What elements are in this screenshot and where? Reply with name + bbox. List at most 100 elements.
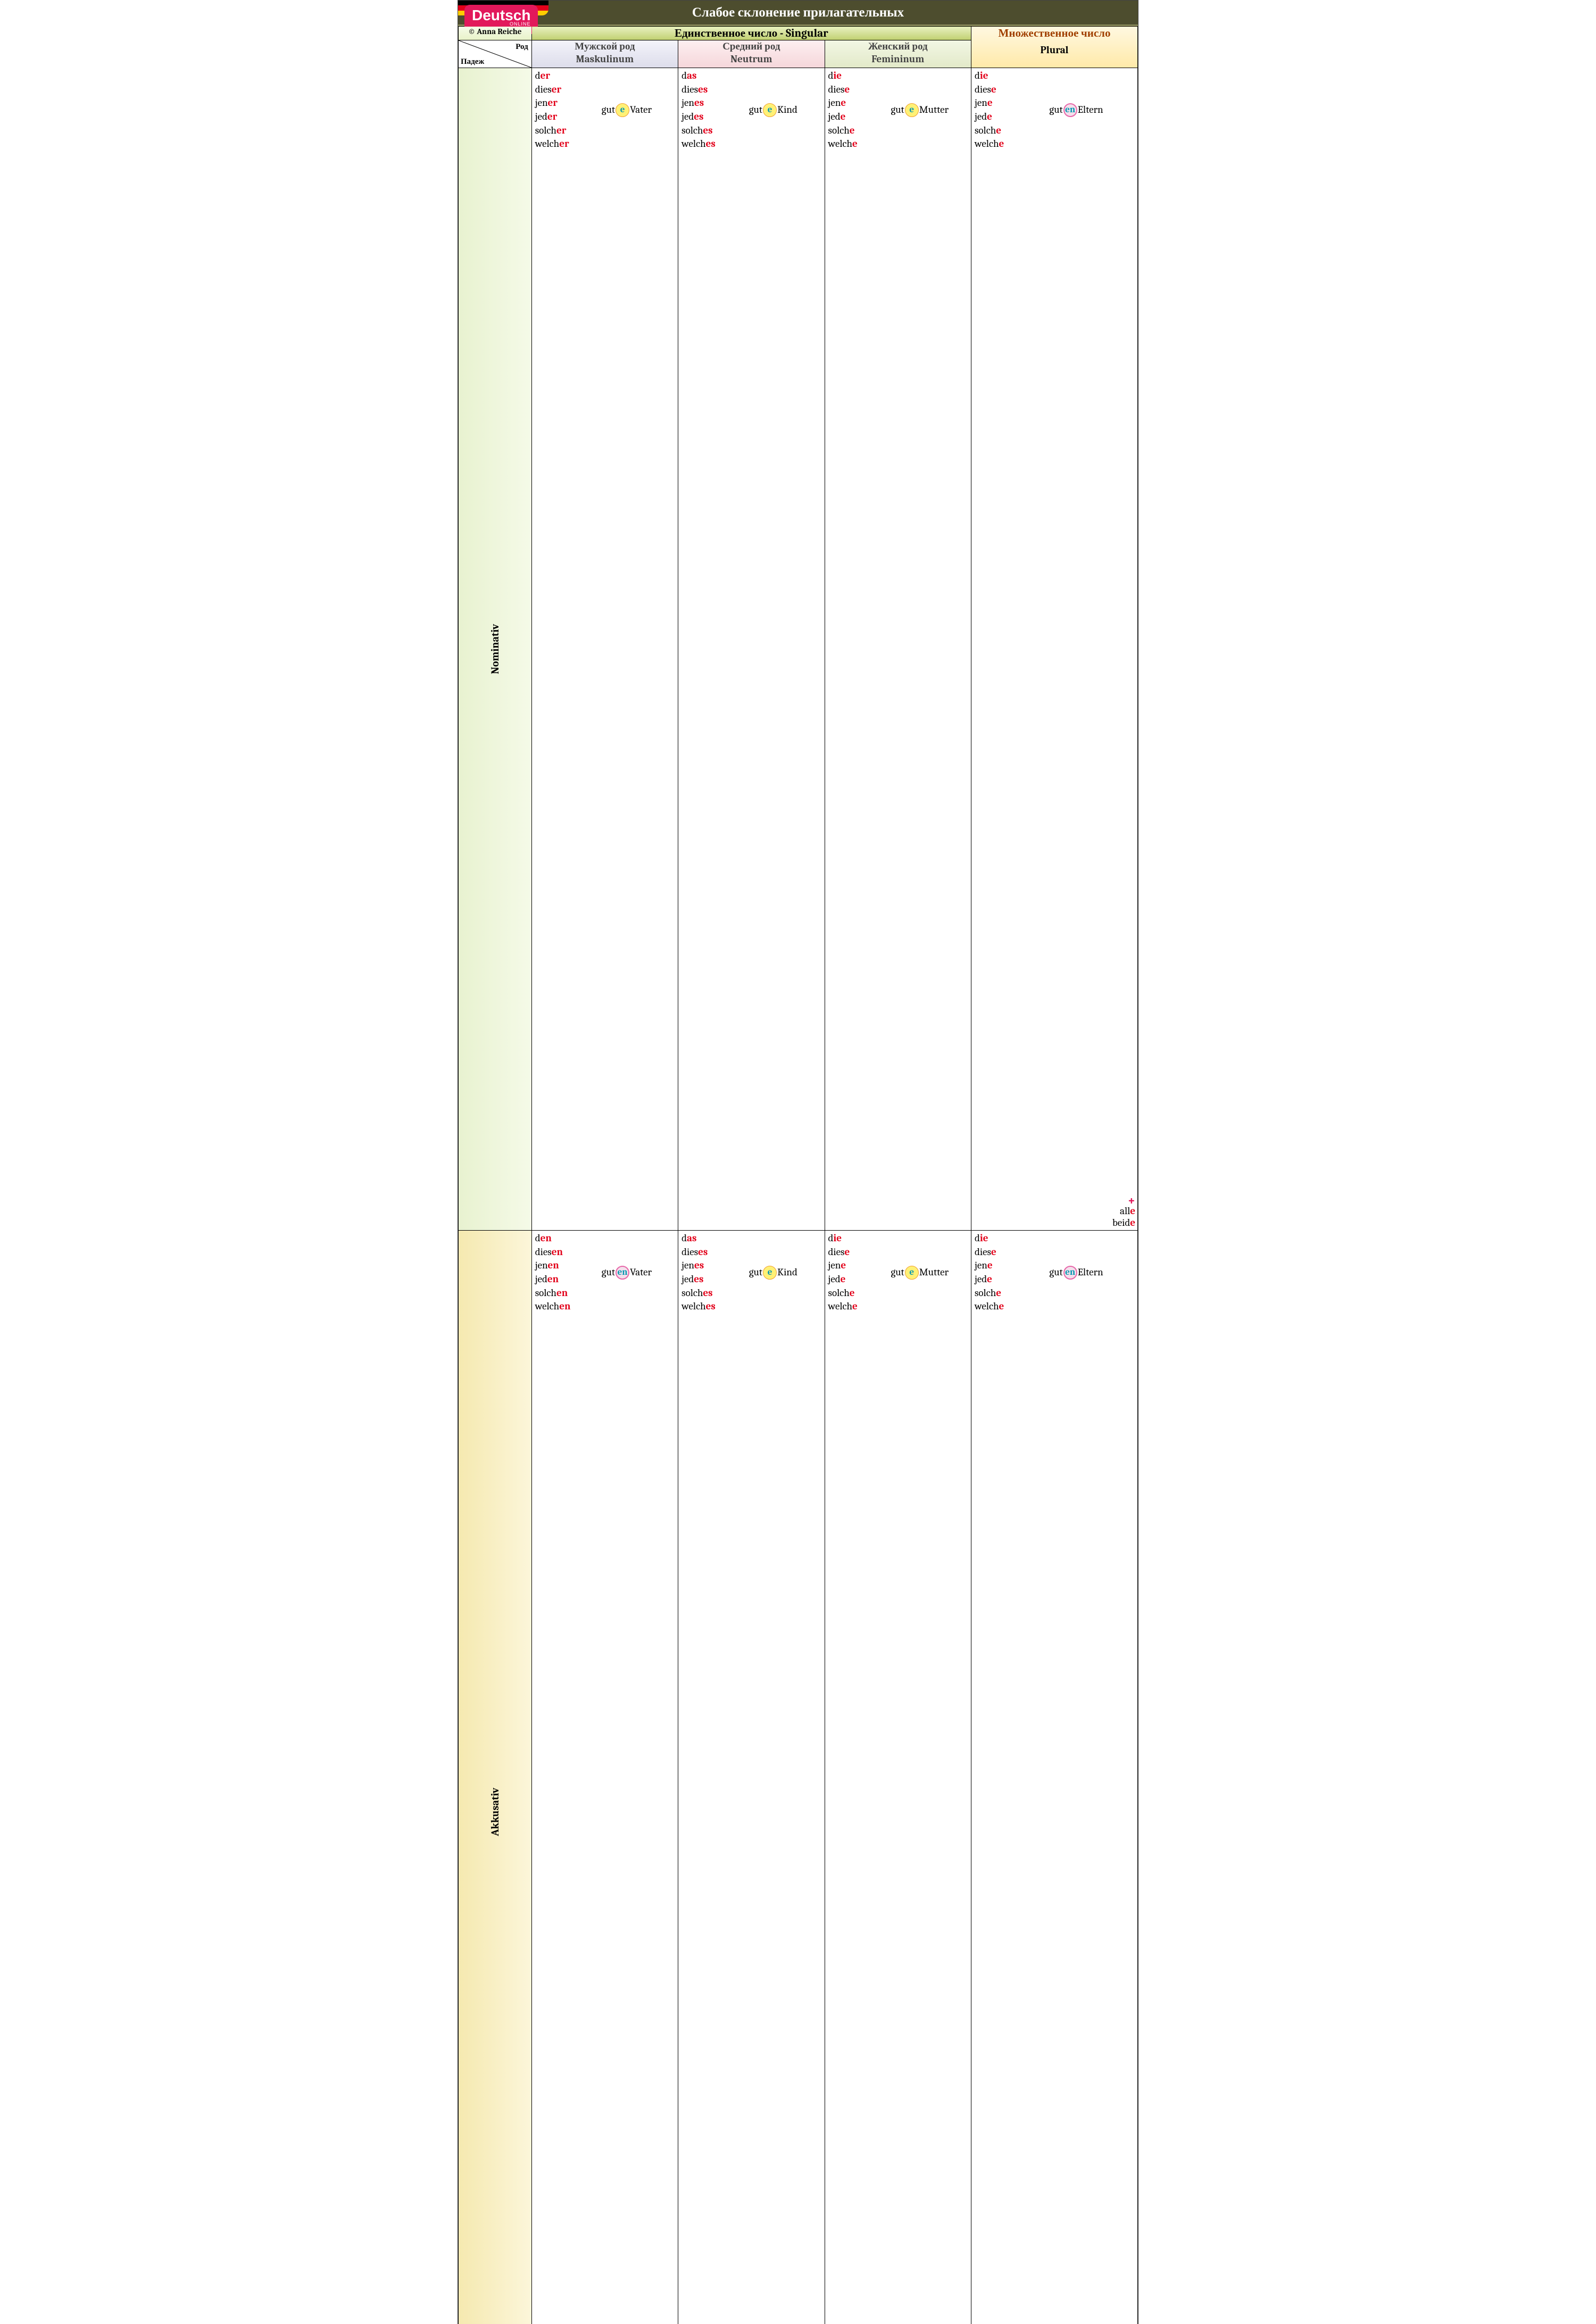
determiner: welcher [535,137,578,151]
determiner: welches [681,1300,724,1314]
gender-axis-label: Род [516,42,528,52]
determiner: solcher [535,124,578,138]
plus-icon: + [1112,1196,1135,1206]
determiner-list: derdieserjenerjedersolcherwelcher [535,69,578,151]
determiner: jede [828,1273,871,1286]
determiner: den [535,1232,578,1246]
determiner: das [681,69,724,83]
adjective-example: gutenEltern [1017,1232,1135,1314]
masc-header: Мужской род Maskulinum [531,40,678,68]
determiner: die [975,1232,1017,1246]
title-bar: Deutsch ONLINE Слабое склонение прилагат… [458,1,1138,26]
table-cell: dendiesenjenenjedensolchenwelchen gutenV… [531,1231,678,2324]
table-cell: dasdiesesjenesjedessolcheswelches guteKi… [678,1231,825,2324]
determiner: jedes [681,1273,724,1286]
plural-title: Множественное число [971,27,1137,40]
determiner-list: dasdiesesjenesjedessolcheswelches [681,1232,724,1314]
plural-subtitle: Plural [971,44,1137,56]
case-label-cell: Akkusativ [459,1231,532,2324]
diagonal-header: Род Падеж [459,40,532,68]
adjective-ending-chip: e [616,103,629,117]
table-cell: diediesejenejedesolchewelche guteMutter [825,68,971,1231]
determiner: der [535,69,578,83]
adjective-example: gutenEltern [1017,69,1135,151]
determiner: welches [681,137,724,151]
determiner: jede [975,1273,1017,1286]
adjective-example: guteKind [724,1232,822,1314]
declension-table: © Anna Reiche Единственное число - Singu… [458,26,1138,2324]
determiner: jene [828,1259,871,1273]
determiner: solches [681,124,724,138]
table-cell: derdieserjenerjedersolcherwelcher guteVa… [531,68,678,1231]
adjective-example: guteMutter [871,1232,969,1314]
determiner-list: diediesejenejedesolchewelche [828,69,871,151]
logo-area: Deutsch ONLINE [458,1,548,15]
plural-extras: +allebeide [1112,1196,1135,1229]
determiner: welche [975,137,1017,151]
determiner: die [975,69,1017,83]
header-row-1: © Anna Reiche Единственное число - Singu… [459,27,1138,40]
determiner: diesen [535,1246,578,1259]
page-title: Слабое склонение прилагательных [692,5,904,20]
declension-chart: Deutsch ONLINE Слабое склонение прилагат… [458,0,1138,2324]
neut-header: Средний род Neutrum [678,40,825,68]
copyright-cell: © Anna Reiche [459,27,532,40]
case-axis-label: Падеж [461,56,484,67]
table-cell: diediesejenejedesolchewelche gutenEltern… [971,1231,1137,2324]
plural-header: Множественное число Plural [971,27,1137,68]
adjective-example: guteKind [724,69,822,151]
determiner: die [828,69,871,83]
determiner: solche [828,124,871,138]
determiner: welchen [535,1300,578,1314]
determiner-list: diediesejenejedesolchewelche [975,1232,1017,1314]
adjective-ending-chip: e [905,1266,919,1280]
determiner-list: dasdiesesjenesjedessolcheswelches [681,69,724,151]
determiner: jener [535,96,578,110]
table-cell: diediesejenejedesolchewelche gutenEltern… [971,68,1137,1231]
determiner: jede [828,110,871,124]
determiner: jeden [535,1273,578,1286]
fem-header: Женский род Femininum [825,40,971,68]
determiner: jene [975,96,1017,110]
adjective-ending-chip: e [763,103,777,117]
determiner: solche [828,1286,871,1300]
adjective-ending-chip: e [763,1266,777,1280]
determiner: dieser [535,83,578,97]
determiner: die [828,1232,871,1246]
adjective-ending-chip: en [1063,1266,1077,1280]
copyright-text: © Anna Reiche [468,27,521,36]
determiner: diese [975,83,1017,97]
adjective-example: gutenVater [578,1232,676,1314]
case-label: Akkusativ [459,1231,531,2324]
determiner-list: diediesejenejedesolchewelche [828,1232,871,1314]
adjective-ending-chip: en [1063,103,1077,117]
case-label-cell: Nominativ [459,68,532,1231]
extra-determiner: alle [1112,1206,1135,1217]
table-row: Nominativ derdieserjenerjedersolcherwelc… [459,68,1138,1231]
adjective-ending-chip: en [616,1266,629,1280]
determiner: jenes [681,96,724,110]
table-row: Akkusativ dendiesenjenenjedensolchenwelc… [459,1231,1138,2324]
determiner: dieses [681,83,724,97]
determiner: welche [828,137,871,151]
determiner: das [681,1232,724,1246]
adjective-example: guteVater [578,69,676,151]
determiner: jeder [535,110,578,124]
determiner: welche [975,1300,1017,1314]
determiner: solchen [535,1286,578,1300]
determiner: welche [828,1300,871,1314]
determiner: solche [975,1286,1017,1300]
case-label: Nominativ [459,68,531,1230]
determiner: diese [828,83,871,97]
determiner: solche [975,124,1017,138]
determiner: jedes [681,110,724,124]
adjective-example: guteMutter [871,69,969,151]
determiner: jenen [535,1259,578,1273]
extra-determiner: beide [1112,1217,1135,1229]
determiner-list: diediesejenejedesolchewelche [975,69,1017,151]
determiner: solches [681,1286,724,1300]
determiner: jene [975,1259,1017,1273]
determiner: jede [975,110,1017,124]
table-cell: dasdiesesjenesjedessolcheswelches guteKi… [678,68,825,1231]
determiner: dieses [681,1246,724,1259]
